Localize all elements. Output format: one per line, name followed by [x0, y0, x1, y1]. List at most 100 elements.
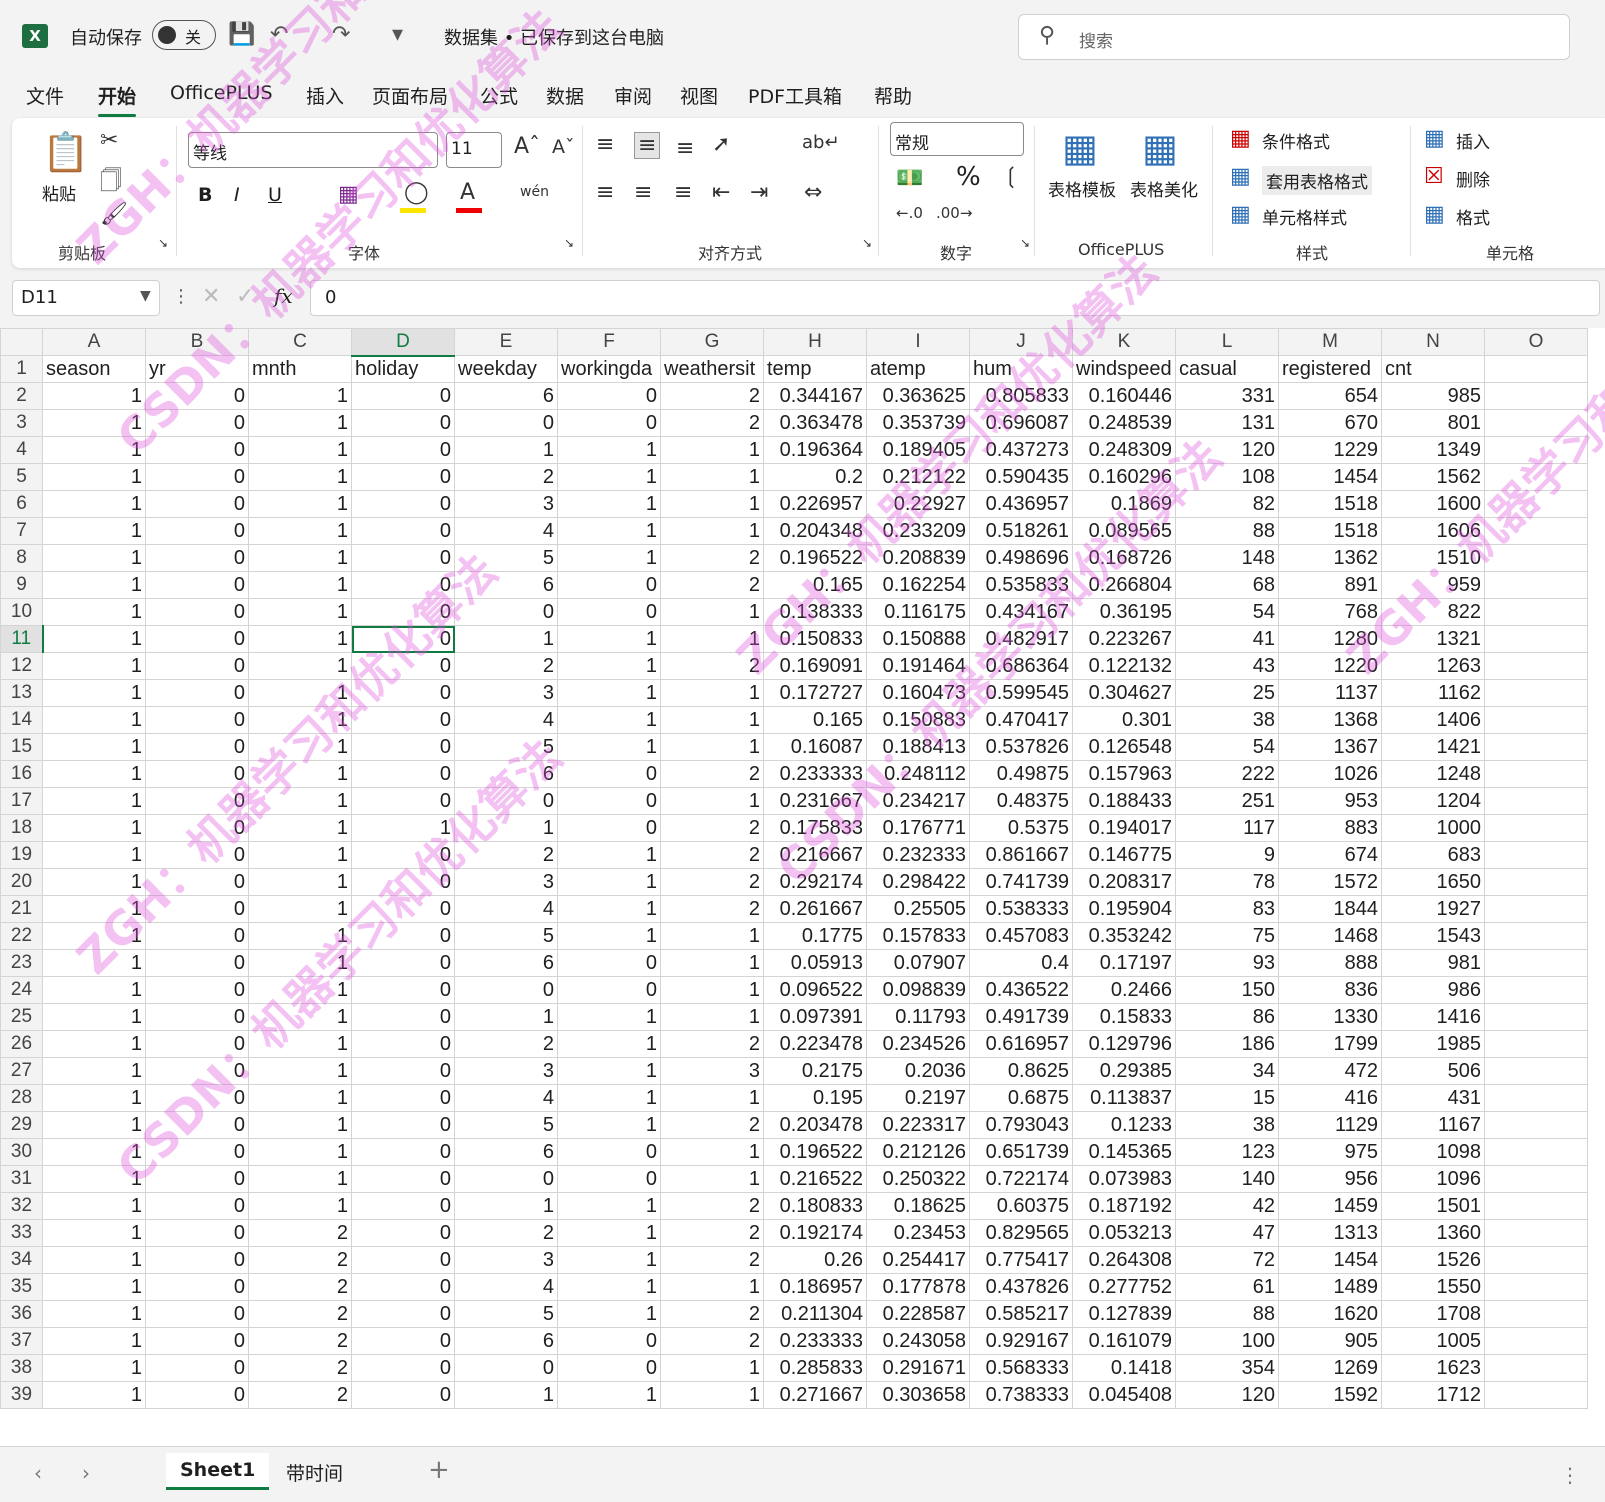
align-middle-icon[interactable]: ≡	[634, 132, 661, 159]
cell[interactable]: 0	[351, 1219, 455, 1247]
cell[interactable]: 1	[248, 490, 352, 518]
cell[interactable]: 0	[351, 787, 455, 815]
cell[interactable]: 0	[351, 409, 455, 437]
cell[interactable]: 0	[557, 1354, 661, 1382]
cell[interactable]: 1	[660, 625, 764, 653]
cell[interactable]: 2	[660, 1219, 764, 1247]
enter-icon[interactable]: ✓	[236, 284, 254, 309]
cell[interactable]: 0	[351, 652, 455, 680]
cell[interactable]: 3	[454, 679, 558, 707]
header-cell[interactable]: weekday	[454, 355, 558, 383]
cell[interactable]: 1	[248, 679, 352, 707]
cell[interactable]: 1167	[1381, 1111, 1485, 1139]
cell[interactable]: 0.2466	[1072, 976, 1176, 1004]
cell[interactable]: 1	[248, 463, 352, 491]
cell[interactable]: 0.248112	[866, 760, 970, 788]
cell[interactable]: 891	[1278, 571, 1382, 599]
cell[interactable]: 1	[42, 733, 146, 761]
cell[interactable]: 0.11793	[866, 1003, 970, 1031]
cell-styles-button[interactable]: 单元格样式	[1262, 204, 1347, 229]
header-cell[interactable]: windspeed	[1072, 355, 1176, 383]
tab-file[interactable]: 文件	[26, 82, 64, 109]
cell[interactable]: 0	[145, 922, 249, 950]
cell[interactable]: 0	[145, 733, 249, 761]
cell[interactable]: 1518	[1278, 517, 1382, 545]
cell[interactable]: 2	[248, 1381, 352, 1409]
cell[interactable]: 0.535833	[969, 571, 1073, 599]
cell[interactable]: 5	[454, 1111, 558, 1139]
cell[interactable]: 431	[1381, 1084, 1485, 1112]
cell[interactable]: 1	[42, 895, 146, 923]
cancel-icon[interactable]: ✕	[202, 284, 220, 309]
column-header[interactable]: L	[1175, 328, 1279, 356]
cell[interactable]: 0.36195	[1072, 598, 1176, 626]
cell[interactable]: 0.353739	[866, 409, 970, 437]
cell[interactable]: 0	[454, 976, 558, 1004]
more-options-icon[interactable]: ⋮	[172, 286, 190, 307]
cell[interactable]: 72	[1175, 1246, 1279, 1274]
cut-icon[interactable]: ✂	[100, 128, 118, 153]
cell[interactable]	[1484, 544, 1588, 572]
row-header[interactable]: 5	[0, 463, 43, 491]
cell[interactable]: 2	[248, 1273, 352, 1301]
cell[interactable]: 1	[248, 1111, 352, 1139]
cell[interactable]: 2	[454, 1219, 558, 1247]
cell[interactable]: 0	[351, 1165, 455, 1193]
cell[interactable]: 0.160446	[1072, 382, 1176, 410]
cell[interactable]: 1	[42, 598, 146, 626]
header-cell[interactable]: hum	[969, 355, 1073, 383]
cell[interactable]: 0.157963	[1072, 760, 1176, 788]
cell[interactable]: 0.223478	[763, 1030, 867, 1058]
cell[interactable]: 131	[1175, 409, 1279, 437]
cell[interactable]: 0	[145, 1354, 249, 1382]
cell[interactable]: 1	[248, 517, 352, 545]
cell[interactable]: 1	[660, 706, 764, 734]
cell[interactable]: 1	[248, 1084, 352, 1112]
cell[interactable]: 2	[454, 463, 558, 491]
cell[interactable]: 0	[145, 1327, 249, 1355]
row-header[interactable]: 28	[0, 1084, 43, 1112]
cell[interactable]: 0.741739	[969, 868, 1073, 896]
cell[interactable]: 1	[557, 1381, 661, 1409]
cell[interactable]	[1484, 1327, 1588, 1355]
cell[interactable]: 0.150888	[866, 625, 970, 653]
cell[interactable]: 3	[454, 1057, 558, 1085]
tab-page-layout[interactable]: 页面布局	[372, 82, 448, 109]
cell[interactable]: 1468	[1278, 922, 1382, 950]
cell[interactable]: 0.929167	[969, 1327, 1073, 1355]
cell[interactable]: 0.212122	[866, 463, 970, 491]
cell[interactable]: 0.518261	[969, 517, 1073, 545]
table-beautify-button[interactable]: 表格美化	[1130, 176, 1198, 201]
cell[interactable]: 0	[351, 1381, 455, 1409]
save-icon[interactable]: 💾	[228, 22, 255, 47]
cell[interactable]: 1844	[1278, 895, 1382, 923]
cell[interactable]: 1	[42, 1003, 146, 1031]
format-as-table-button[interactable]: 套用表格格式	[1262, 166, 1372, 195]
cell[interactable]: 1	[557, 1219, 661, 1247]
cell[interactable]: 0	[145, 517, 249, 545]
cell[interactable]: 1	[42, 652, 146, 680]
cell[interactable]: 1	[660, 1381, 764, 1409]
cell[interactable]: 0.211304	[763, 1300, 867, 1328]
cell[interactable]: 1	[660, 1084, 764, 1112]
column-header[interactable]: M	[1278, 328, 1382, 356]
cell[interactable]: 1	[42, 1111, 146, 1139]
cell[interactable]: 0	[454, 1354, 558, 1382]
cell[interactable]: 1	[660, 1273, 764, 1301]
row-header[interactable]: 38	[0, 1354, 43, 1382]
cell[interactable]: 2	[660, 1327, 764, 1355]
cell[interactable]: 0.191464	[866, 652, 970, 680]
cell[interactable]: 42	[1175, 1192, 1279, 1220]
cell[interactable]	[1484, 814, 1588, 842]
cell[interactable]: 1526	[1381, 1246, 1485, 1274]
cell[interactable]: 0.248539	[1072, 409, 1176, 437]
row-header[interactable]: 15	[0, 733, 43, 761]
cell[interactable]: 0.196522	[763, 1138, 867, 1166]
cell[interactable]: 1572	[1278, 868, 1382, 896]
cell[interactable]: 38	[1175, 1111, 1279, 1139]
cell[interactable]: 0.165	[763, 571, 867, 599]
cell[interactable]: 15	[1175, 1084, 1279, 1112]
cell[interactable]: 54	[1175, 598, 1279, 626]
cell[interactable]	[1484, 1030, 1588, 1058]
cell[interactable]: 1	[42, 571, 146, 599]
